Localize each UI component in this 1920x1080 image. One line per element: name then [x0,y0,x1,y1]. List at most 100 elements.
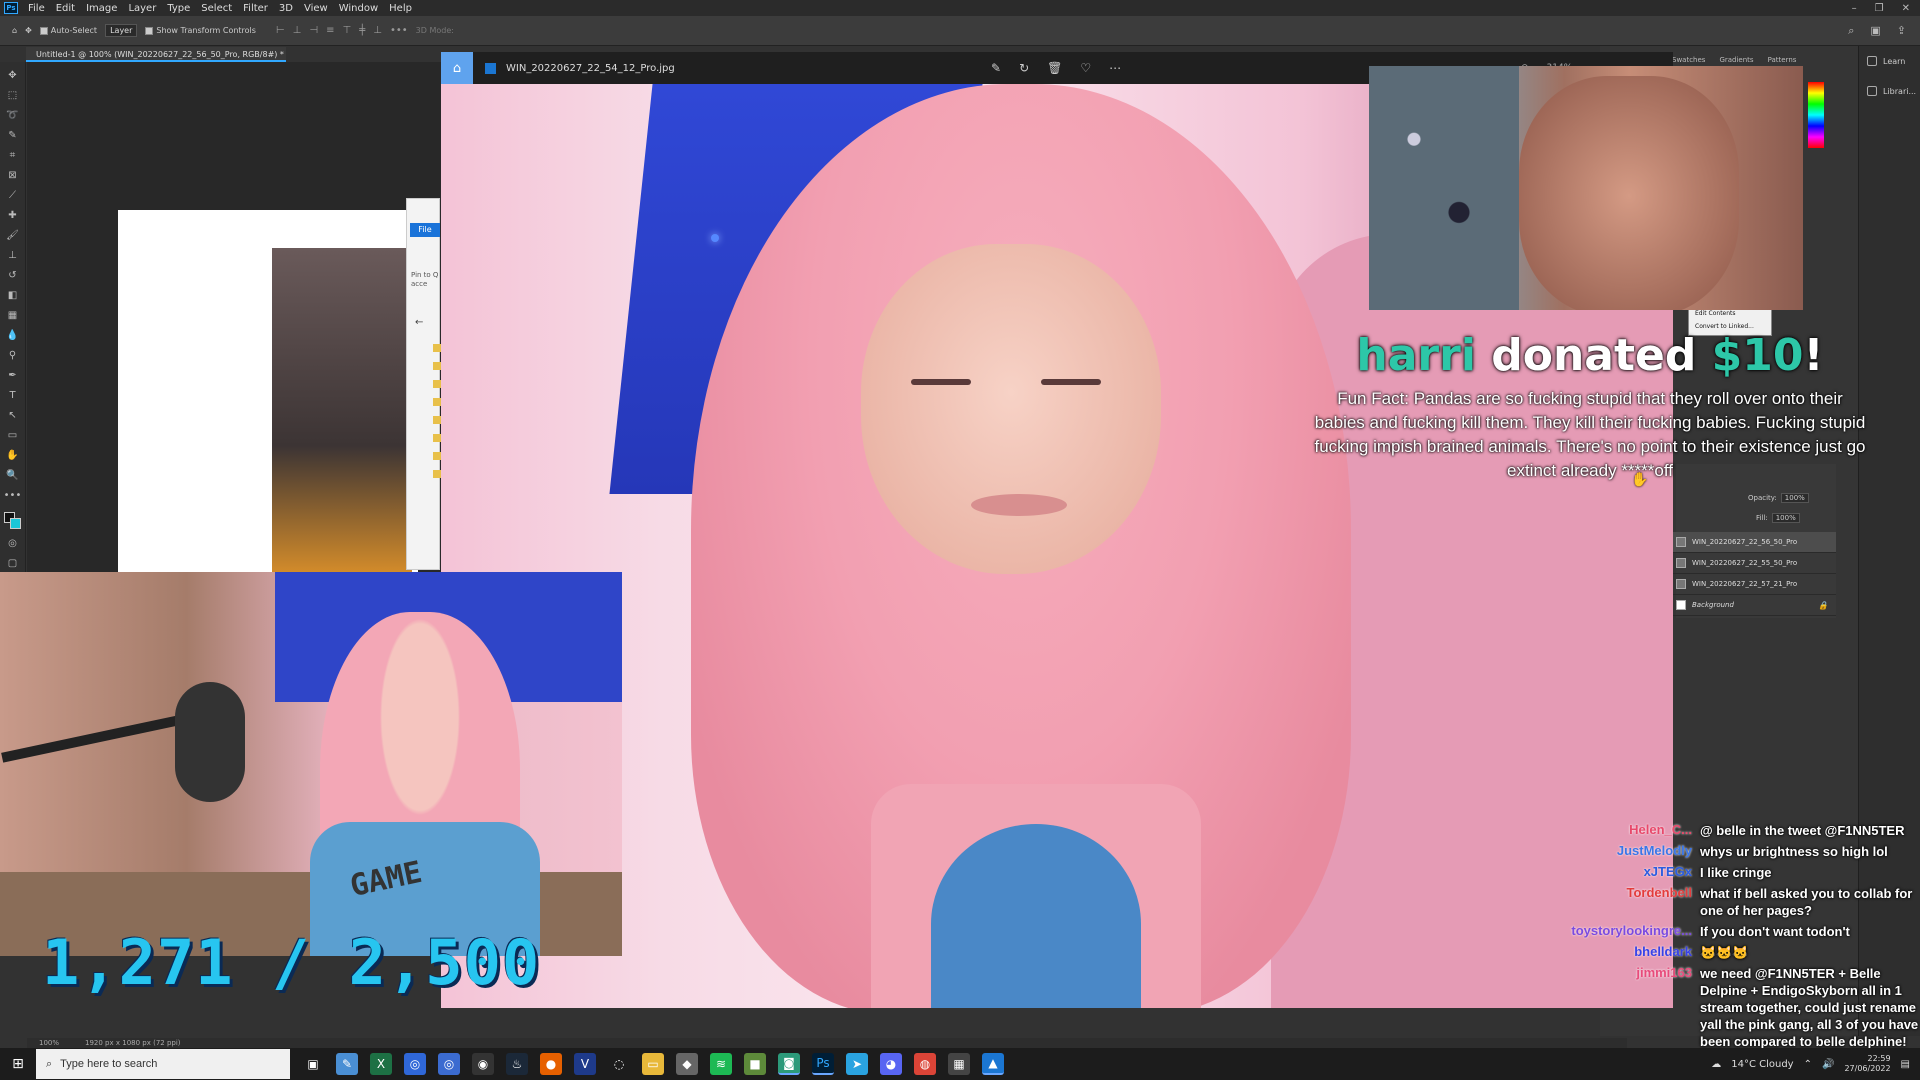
document-tab[interactable]: Untitled-1 @ 100% (WIN_20220627_22_56_50… [26,47,286,62]
close-icon[interactable]: ✕ [1902,3,1910,14]
delete-icon[interactable]: 🗑 [1047,61,1062,75]
align-left-icon[interactable]: ⊢ [276,25,285,36]
align-bottom-icon[interactable]: ⊥ [373,25,382,36]
screen-mode-icon[interactable]: ▢ [5,556,21,570]
path-select-icon[interactable]: ↖ [5,408,21,422]
windows-start-icon[interactable]: ⊞ [0,1048,36,1080]
align-middle-icon[interactable]: ╪ [359,25,365,36]
obs-icon[interactable]: ◉ [472,1053,494,1075]
lock-icon[interactable]: 🔒 [1818,601,1828,610]
background-color[interactable] [9,518,21,529]
eyedropper-icon[interactable]: ⟋ [5,188,21,202]
discord-icon[interactable]: ◕ [880,1053,902,1075]
back-arrow-icon[interactable]: ← [415,317,423,328]
lasso-tool-icon[interactable]: ➰ [5,108,21,122]
menu-help[interactable]: Help [389,3,412,14]
app-icon[interactable]: ◎ [404,1053,426,1075]
hand-tool-icon[interactable]: ✋ [5,448,21,462]
app-icon[interactable]: ◙ [778,1053,800,1075]
quick-select-icon[interactable]: ✎ [5,128,21,142]
frame-tool-icon[interactable]: ⊠ [5,168,21,182]
folder-icon[interactable] [433,344,441,352]
folder-icon[interactable] [433,398,441,406]
rotate-icon[interactable]: ↻ [1019,61,1029,75]
marquee-tool-icon[interactable]: ⬚ [5,88,21,102]
brush-tool-icon[interactable]: 🖌 [5,228,21,242]
app-icon[interactable]: ◎ [438,1053,460,1075]
layer-row[interactable]: Background 🔒 [1672,595,1836,616]
opacity-value[interactable]: 100% [1780,493,1809,503]
libraries-panel-button[interactable]: Librari... [1859,76,1920,106]
share-icon[interactable]: ⇪ [1897,24,1906,38]
rectangle-tool-icon[interactable]: ▭ [5,428,21,442]
steam-icon[interactable]: ♨ [506,1053,528,1075]
dodge-tool-icon[interactable]: ⚲ [5,348,21,362]
telegram-icon[interactable]: ➤ [846,1053,868,1075]
home-icon[interactable]: ⌂ [12,26,17,35]
app-icon[interactable]: ◌ [608,1053,630,1075]
layer-row[interactable]: WIN_20220627_22_56_50_Pro [1672,532,1836,553]
photoshop-icon[interactable]: Ps [812,1053,834,1075]
blur-tool-icon[interactable]: 💧 [5,328,21,342]
transform-controls-checkbox[interactable]: Show Transform Controls [145,26,256,35]
color-swatches[interactable] [3,512,22,530]
tab-patterns[interactable]: Patterns [1768,56,1797,64]
move-tool-icon[interactable]: ✥ [25,26,32,35]
folder-icon[interactable] [433,434,441,442]
photos-icon[interactable]: ▲ [982,1053,1004,1075]
search-icon[interactable]: ⌕ [1848,24,1854,38]
distribute-icon[interactable]: ≡ [326,25,334,36]
explorer-pin-text[interactable]: Pin to Q acce [411,271,439,289]
favorite-icon[interactable]: ♡ [1080,61,1091,75]
zoom-tool-icon[interactable]: 🔍 [5,468,21,482]
quick-mask-icon[interactable]: ◎ [5,536,21,550]
chrome-icon[interactable]: ◍ [914,1053,936,1075]
history-brush-icon[interactable]: ↺ [5,268,21,282]
more-options-icon[interactable]: ••• [390,25,408,36]
photos-home-button[interactable]: ⌂ [441,52,473,84]
folder-icon[interactable] [433,362,441,370]
menu-type[interactable]: Type [167,3,190,14]
menu-filter[interactable]: Filter [243,3,268,14]
firefox-icon[interactable]: ● [540,1053,562,1075]
gradient-tool-icon[interactable]: ▦ [5,308,21,322]
tab-swatches[interactable]: Swatches [1672,56,1705,64]
taskbar-search[interactable]: ⌕ Type here to search [36,1049,290,1079]
menu-layer[interactable]: Layer [128,3,156,14]
notepad-icon[interactable]: ✎ [336,1053,358,1075]
calculator-icon[interactable]: ▦ [948,1053,970,1075]
fill-control[interactable]: Fill: 100% [1756,513,1800,523]
type-tool-icon[interactable]: T [5,388,21,402]
taskbar-clock[interactable]: 22:59 27/06/2022 [1844,1054,1890,1074]
layer-row[interactable]: WIN_20220627_22_55_50_Pro [1672,553,1836,574]
edit-icon[interactable]: ✎ [991,61,1001,75]
more-icon[interactable]: ⋯ [1109,61,1121,75]
explorer-file-tab[interactable]: File [410,223,440,237]
excel-icon[interactable]: X [370,1053,392,1075]
layer-row[interactable]: WIN_20220627_22_57_21_Pro [1672,574,1836,595]
stamp-tool-icon[interactable]: ⊥ [5,248,21,262]
folder-icon[interactable] [433,416,441,424]
auto-select-dropdown[interactable]: Layer [105,24,138,37]
menu-3d[interactable]: 3D [279,3,293,14]
app-icon[interactable]: ◆ [676,1053,698,1075]
volume-icon[interactable]: 🔊 [1822,1059,1834,1070]
task-view-icon[interactable]: ▣ [302,1053,324,1075]
crop-tool-icon[interactable]: ⌗ [5,148,21,162]
eraser-icon[interactable]: ◧ [5,288,21,302]
status-zoom[interactable]: 100% [39,1038,59,1048]
more-tools-icon[interactable]: ••• [4,488,22,502]
file-explorer-icon[interactable]: ▭ [642,1053,664,1075]
weather-text[interactable]: 14°C Cloudy [1731,1059,1793,1070]
auto-select-checkbox[interactable]: Auto-Select [39,26,97,35]
folder-icon[interactable] [433,470,441,478]
tab-gradients[interactable]: Gradients [1719,56,1753,64]
vegas-icon[interactable]: V [574,1053,596,1075]
spotify-icon[interactable]: ≋ [710,1053,732,1075]
minecraft-icon[interactable]: ■ [744,1053,766,1075]
opacity-control[interactable]: Opacity: 100% [1748,493,1809,503]
notifications-icon[interactable]: ▤ [1901,1059,1910,1070]
fill-value[interactable]: 100% [1771,513,1800,523]
menu-image[interactable]: Image [86,3,117,14]
minimize-icon[interactable]: – [1852,3,1857,14]
